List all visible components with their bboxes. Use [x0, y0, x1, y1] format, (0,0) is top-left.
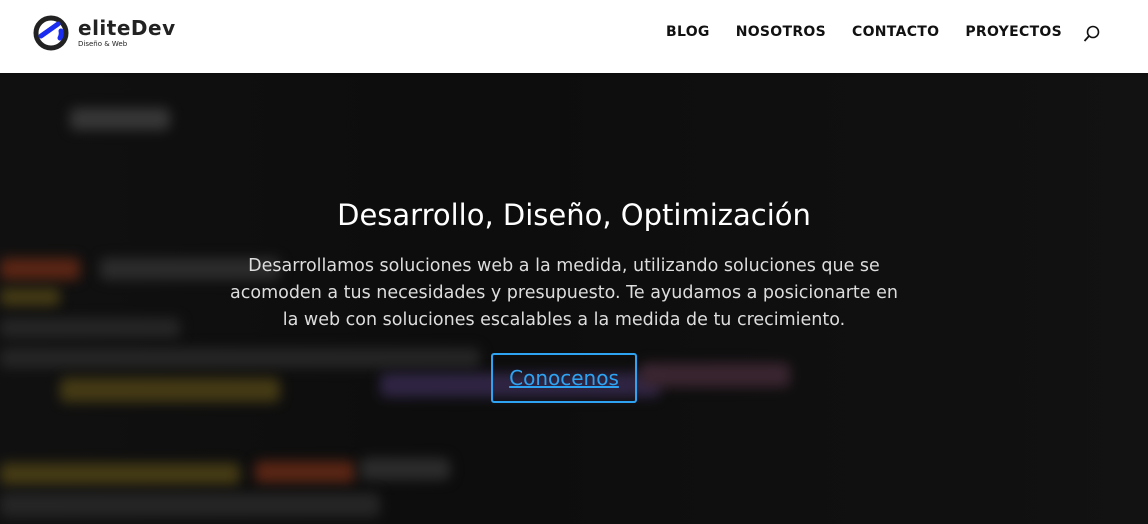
hero-title: Desarrollo, Diseño, Optimización	[337, 198, 811, 232]
site-header: eliteDev Diseño & Web BLOG NOSOTROS CONT…	[0, 0, 1148, 73]
hero-description: Desarrollamos soluciones web a la medida…	[230, 256, 898, 330]
hero-section: Desarrollo, Diseño, Optimización Desarro…	[0, 73, 1148, 524]
search-icon[interactable]	[1083, 25, 1101, 43]
nav-blog[interactable]: BLOG	[666, 24, 710, 40]
logo[interactable]: eliteDev Diseño & Web	[32, 14, 176, 52]
conocenos-button[interactable]: Conocenos	[491, 353, 637, 403]
nav-proyectos[interactable]: PROYECTOS	[965, 24, 1062, 40]
logo-name: eliteDev	[78, 16, 176, 40]
logo-icon	[33, 15, 69, 51]
nav-contacto[interactable]: CONTACTO	[852, 24, 939, 40]
logo-tagline: Diseño & Web	[78, 40, 128, 48]
main-nav: BLOG NOSOTROS CONTACTO PROYECTOS	[666, 24, 1062, 40]
nav-nosotros[interactable]: NOSOTROS	[736, 24, 826, 40]
